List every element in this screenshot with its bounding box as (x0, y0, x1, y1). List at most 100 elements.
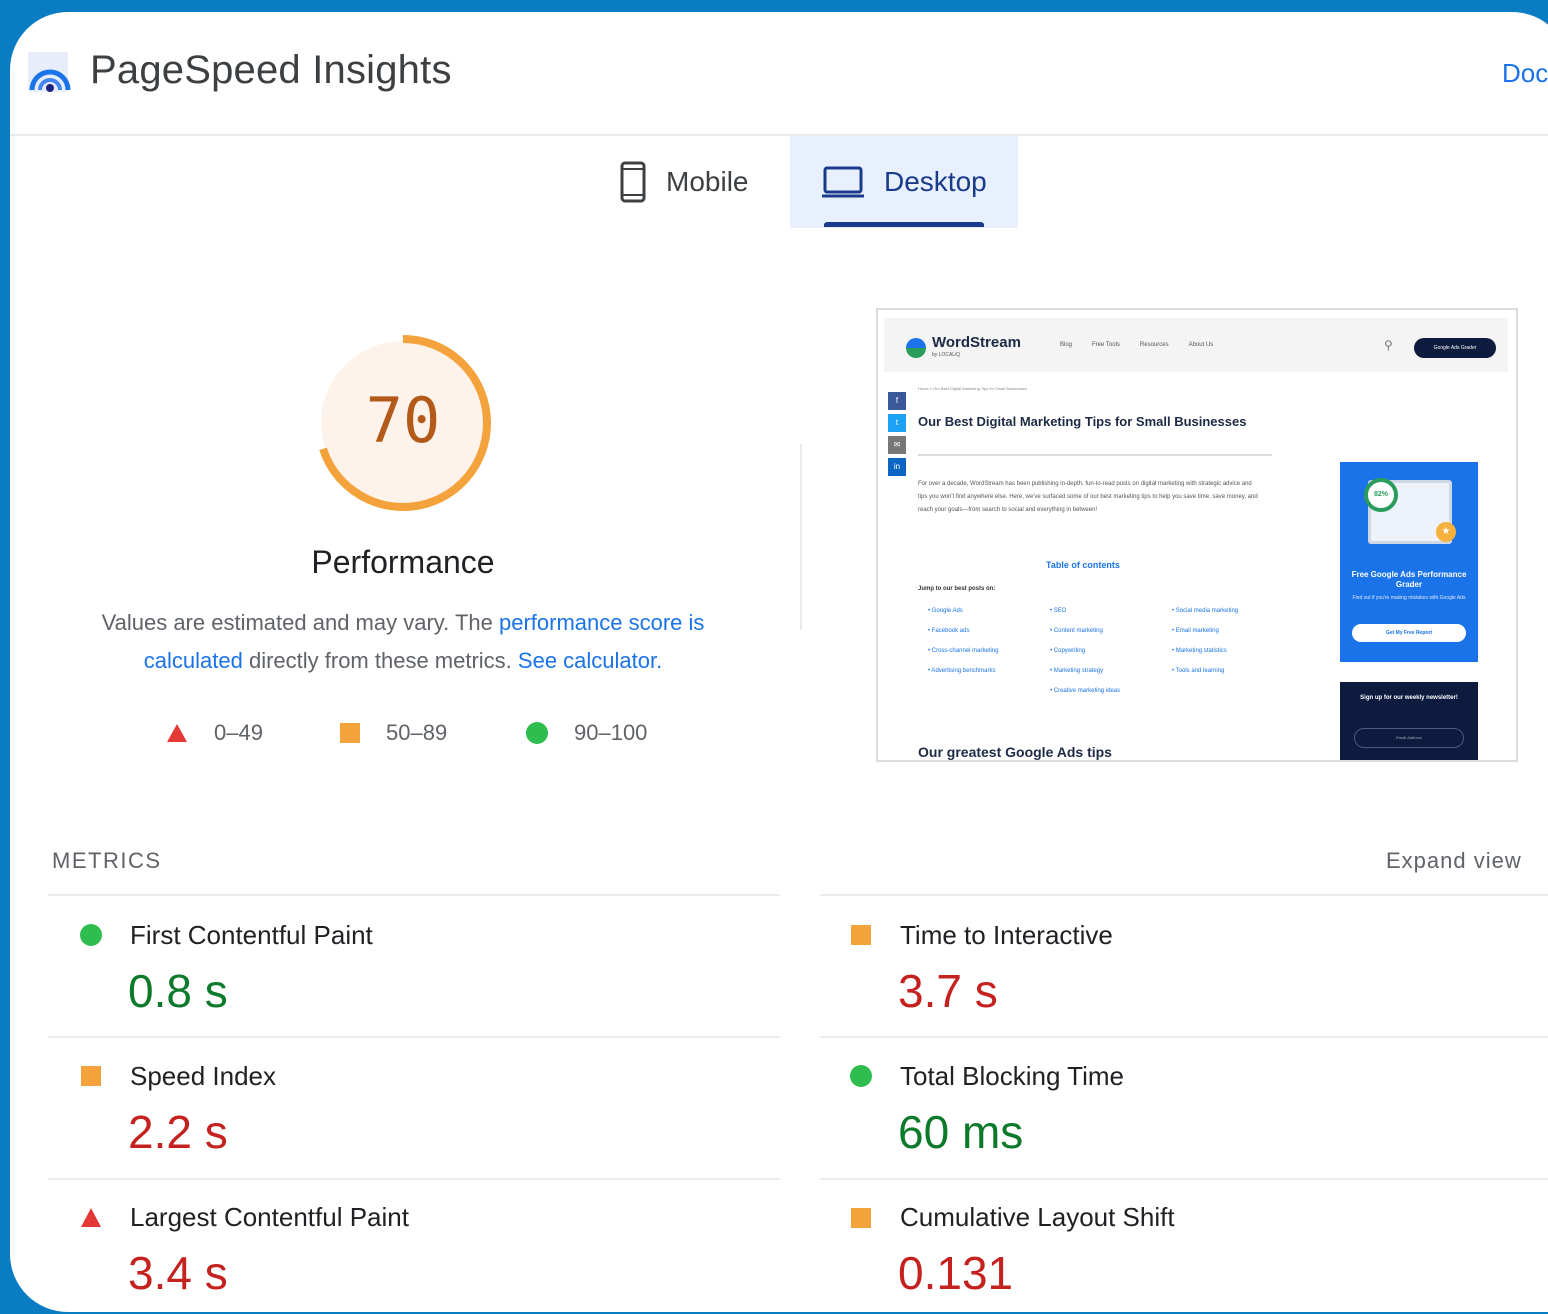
screenshot-col-item: • Marketing statistics (1172, 648, 1227, 654)
square-icon (340, 723, 360, 743)
legend-average-range: 50–89 (386, 720, 448, 745)
performance-description: Values are estimated and may vary. The p… (70, 604, 736, 680)
screenshot-col-item: • Content marketing (1050, 628, 1103, 634)
tab-desktop-label: Desktop (884, 166, 987, 197)
metrics-divider (48, 1178, 780, 1180)
circle-icon (850, 1065, 872, 1087)
square-icon (81, 1066, 101, 1086)
metrics-divider (820, 1036, 1548, 1038)
app-header: PageSpeed Insights Doc (10, 12, 1548, 136)
metrics-heading: METRICS (52, 848, 162, 873)
metric-cls-name: Cumulative Layout Shift (900, 1202, 1175, 1232)
legend-fail-range: 0–49 (214, 720, 263, 745)
screenshot-search-icon: ⚲ (1384, 338, 1393, 352)
screenshot-col-item: • Marketing strategy (1050, 668, 1104, 674)
screenshot-brand: WordStream (932, 334, 1021, 351)
metric-lcp-value: 3.4 s (128, 1247, 228, 1299)
phone-icon (620, 161, 646, 203)
screenshot-brand-sub: by LOCALiQ (932, 352, 961, 358)
screenshot-rule (918, 454, 1272, 456)
page-card: PageSpeed Insights Doc Mobile Desktop 70… (10, 12, 1548, 1312)
tab-active-indicator (824, 222, 984, 227)
screenshot-col-item: • Email marketing (1172, 628, 1219, 634)
ad-button: Get My Free Report (1352, 624, 1466, 642)
screenshot-menu-item: Resources (1139, 342, 1169, 348)
linkedin-icon: in (888, 458, 906, 476)
screenshot-social-bar: f t ✉ in (888, 392, 906, 476)
final-screenshot[interactable]: WordStream by LOCALiQ Blog Free Tools Re… (876, 308, 1518, 762)
legend-pass: 90–100 (526, 718, 647, 748)
screenshot-tips-heading: Our greatest Google Ads tips (918, 744, 1112, 760)
vertical-divider (800, 444, 802, 630)
screenshot-col-3: • Social media marketing • Email marketi… (1172, 606, 1282, 686)
performance-score: 70 (365, 384, 441, 457)
twitter-icon: t (888, 414, 906, 432)
metric-lcp-name: Largest Contentful Paint (130, 1202, 409, 1232)
screenshot-menu: Blog Free Tools Resources About Us (1060, 342, 1213, 348)
calculator-link[interactable]: See calculator. (518, 648, 662, 673)
metric-cls-value: 0.131 (898, 1247, 1014, 1299)
metrics-divider (820, 1178, 1548, 1180)
screenshot-col-item: • Tools and learning (1172, 668, 1225, 674)
screenshot-body: For over a decade, WordStream has been p… (918, 481, 1258, 513)
metric-speed-index-name: Speed Index (130, 1061, 277, 1091)
screenshot-col-item: • Advertising benchmarks (928, 668, 996, 674)
screenshot-col-item: • Creative marketing ideas (1050, 688, 1121, 694)
ad-subtitle: Find out if you're making mistakes with … (1352, 595, 1466, 601)
metrics-divider (820, 894, 1548, 896)
triangle-icon (81, 1208, 101, 1227)
legend-fail: 0–49 (166, 718, 263, 748)
screenshot-col-item: • Copywriting (1050, 648, 1086, 654)
screenshot-navbar: WordStream by LOCALiQ Blog Free Tools Re… (884, 318, 1508, 372)
screenshot-col-2: • SEO • Content marketing • Copywriting … (1050, 606, 1160, 706)
screenshot-menu-item: Blog (1060, 342, 1073, 348)
performance-title: Performance (311, 544, 495, 580)
screenshot-jump: Jump to our best posts on: (918, 586, 996, 592)
circle-icon (80, 924, 102, 946)
metric-fcp-name: First Contentful Paint (130, 920, 373, 950)
desc-middle: directly from these metrics. (242, 648, 518, 673)
screenshot-col-1: • Google Ads • Facebook ads • Cross-chan… (928, 606, 1038, 686)
newsletter-title: Sign up for our weekly newsletter! (1360, 695, 1458, 701)
desc-prefix: Values are estimated and may vary. The (101, 610, 499, 635)
tab-mobile[interactable]: Mobile (608, 136, 788, 228)
laptop-icon (822, 165, 864, 199)
screenshot-toc: Table of contents (1046, 560, 1120, 570)
email-icon: ✉ (888, 436, 906, 454)
screenshot-menu-item: About Us (1188, 342, 1214, 348)
screenshot-newsletter: Sign up for our weekly newsletter! Email… (1340, 682, 1478, 760)
ad-title: Free Google Ads Performance Grader (1351, 570, 1467, 589)
metrics-divider (48, 1036, 780, 1038)
screenshot-col-item: • SEO (1050, 608, 1067, 614)
pagespeed-logo-icon (28, 52, 71, 92)
facebook-icon: f (888, 392, 906, 410)
expand-view-button[interactable]: Expand view (1386, 848, 1522, 874)
screenshot-col-item: • Social media marketing (1172, 608, 1239, 614)
ad-badge: 82% (1364, 478, 1398, 512)
star-icon: ★ (1436, 522, 1456, 542)
triangle-icon (166, 723, 188, 743)
tab-desktop[interactable]: Desktop (790, 136, 1018, 228)
newsletter-field: Email Address (1354, 728, 1464, 748)
screenshot-menu-item: Free Tools (1092, 342, 1120, 348)
legend-average: 50–89 (340, 718, 447, 748)
metric-tbt-value: 60 ms (898, 1106, 1024, 1158)
square-icon (851, 1208, 871, 1228)
circle-icon (526, 722, 548, 744)
screenshot-cta: Google Ads Grader (1414, 338, 1496, 358)
screenshot-col-item: • Google Ads (928, 608, 963, 614)
screenshot-col-item: • Cross-channel marketing (928, 648, 999, 654)
wordstream-logo-icon (906, 338, 926, 358)
metrics-divider (48, 894, 780, 896)
metric-tti-value: 3.7 s (898, 965, 998, 1017)
screenshot-breadcrumb: Home » Our Best Digital Marketing Tips f… (918, 386, 1027, 391)
legend-pass-range: 90–100 (574, 720, 648, 745)
metric-speed-index-value: 2.2 s (128, 1106, 228, 1158)
square-icon (851, 925, 871, 945)
docs-link[interactable]: Doc (1502, 58, 1548, 89)
metric-tti-name: Time to Interactive (900, 920, 1113, 950)
screenshot-heading: Our Best Digital Marketing Tips for Smal… (918, 414, 1247, 429)
metric-fcp-value: 0.8 s (128, 965, 228, 1017)
metric-tbt-name: Total Blocking Time (900, 1061, 1124, 1091)
screenshot-col-item: • Facebook ads (928, 628, 970, 634)
